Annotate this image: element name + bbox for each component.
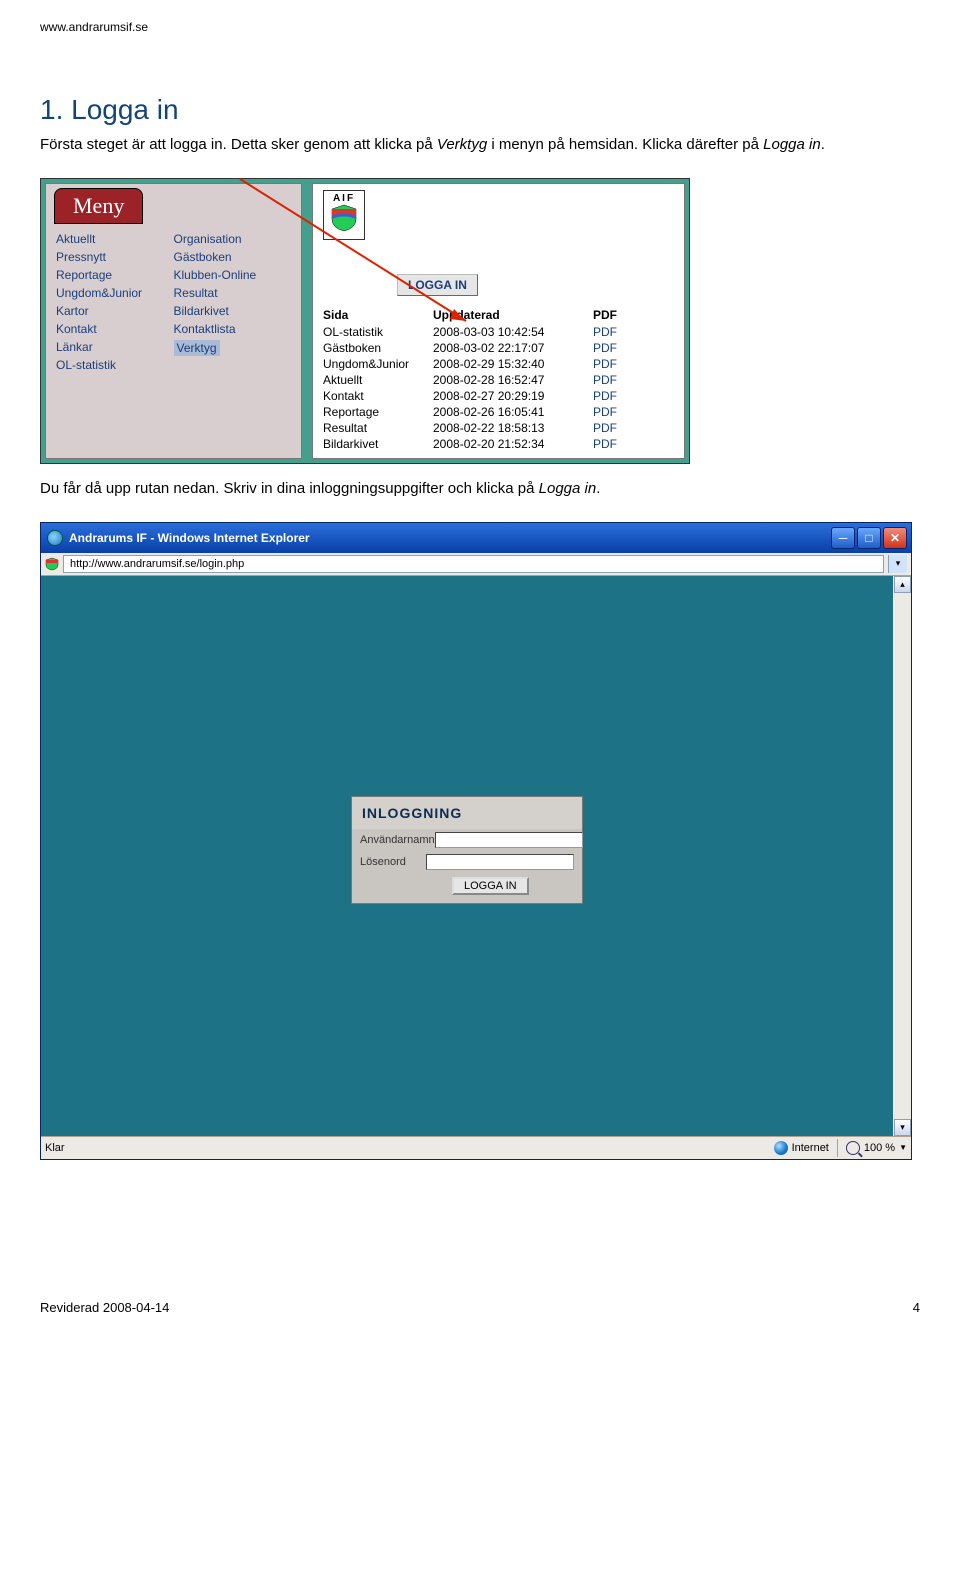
mid-paragraph: Du får då upp rutan nedan. Skriv in dina… bbox=[40, 478, 920, 500]
menu-title: Meny bbox=[54, 188, 143, 224]
password-input[interactable] bbox=[426, 854, 574, 870]
table-cell: 2008-02-29 15:32:40 bbox=[433, 356, 593, 372]
table-cell: Reportage bbox=[323, 404, 433, 420]
mid-italic: Logga in bbox=[539, 480, 597, 497]
page-footer: Reviderad 2008-04-14 4 bbox=[40, 1300, 920, 1315]
username-label: Användarnamn bbox=[360, 834, 435, 846]
table-header: PDF bbox=[593, 306, 648, 324]
menu-item[interactable]: Organisation bbox=[174, 230, 292, 248]
maximize-button[interactable]: □ bbox=[857, 527, 881, 549]
menu-item[interactable]: Kontakt bbox=[56, 320, 174, 338]
table-header: Uppdaterad bbox=[433, 306, 593, 324]
minimize-button[interactable]: ─ bbox=[831, 527, 855, 549]
browser-viewport: ▴ ▾ INLOGGNING Användarnamn Lösenord LOG… bbox=[41, 576, 911, 1136]
table-cell: 2008-02-22 18:58:13 bbox=[433, 420, 593, 436]
table-cell: 2008-02-20 21:52:34 bbox=[433, 436, 593, 452]
menu-item[interactable]: OL-statistik bbox=[56, 356, 174, 374]
screenshot-browser: Andrarums IF - Windows Internet Explorer… bbox=[40, 522, 912, 1160]
table-cell: 2008-03-03 10:42:54 bbox=[433, 324, 593, 340]
menu-item[interactable]: Resultat bbox=[174, 284, 292, 302]
table-cell: Resultat bbox=[323, 420, 433, 436]
table-cell: 2008-02-26 16:05:41 bbox=[433, 404, 593, 420]
table-cell: 2008-02-27 20:29:19 bbox=[433, 388, 593, 404]
close-button[interactable]: ✕ bbox=[883, 527, 907, 549]
pdf-link[interactable]: PDF bbox=[593, 324, 648, 340]
globe-icon bbox=[774, 1141, 788, 1155]
content-panel: AIF LOGGA IN SidaUppdateradPDFOL-statist… bbox=[312, 183, 685, 459]
mid-text-1: Du får då upp rutan nedan. Skriv in dina… bbox=[40, 480, 539, 497]
status-ready: Klar bbox=[45, 1142, 65, 1154]
zoom-value: 100 % bbox=[864, 1142, 895, 1154]
menu-item[interactable]: Kontaktlista bbox=[174, 320, 292, 338]
pdf-link[interactable]: PDF bbox=[593, 356, 648, 372]
mid-text-2: . bbox=[596, 480, 600, 497]
header-url: www.andrarumsif.se bbox=[40, 20, 920, 34]
status-bar: Klar Internet 100 % ▼ bbox=[41, 1136, 911, 1159]
pdf-link[interactable]: PDF bbox=[593, 436, 648, 452]
menu-item[interactable]: Reportage bbox=[56, 266, 174, 284]
pdf-link[interactable]: PDF bbox=[593, 372, 648, 388]
aif-logo-text: AIF bbox=[333, 193, 355, 204]
table-header: Sida bbox=[323, 306, 433, 324]
favicon-icon bbox=[45, 557, 59, 571]
address-text: http://www.andrarumsif.se/login.php bbox=[70, 558, 244, 570]
scroll-up-button[interactable]: ▴ bbox=[894, 576, 911, 593]
pdf-link[interactable]: PDF bbox=[593, 404, 648, 420]
table-cell: Gästboken bbox=[323, 340, 433, 356]
login-button[interactable]: LOGGA IN bbox=[397, 274, 478, 296]
pdf-link[interactable]: PDF bbox=[593, 420, 648, 436]
window-title: Andrarums IF - Windows Internet Explorer bbox=[69, 531, 310, 545]
menu-item[interactable]: Klubben-Online bbox=[174, 266, 292, 284]
address-input[interactable]: http://www.andrarumsif.se/login.php bbox=[63, 555, 884, 573]
intro-italic-2: Logga in bbox=[763, 136, 821, 153]
username-input[interactable] bbox=[435, 832, 583, 848]
table-cell: Kontakt bbox=[323, 388, 433, 404]
zoom-control[interactable]: 100 % ▼ bbox=[837, 1139, 907, 1157]
login-submit-button[interactable]: LOGGA IN bbox=[452, 877, 529, 895]
shield-icon bbox=[331, 204, 357, 232]
table-cell: 2008-02-28 16:52:47 bbox=[433, 372, 593, 388]
zoom-dropdown-icon[interactable]: ▼ bbox=[899, 1143, 907, 1152]
screenshot-menu: Meny AktuelltPressnyttReportageUngdom&Ju… bbox=[40, 178, 690, 464]
intro-italic-1: Verktyg bbox=[437, 136, 487, 153]
menu-item[interactable]: Länkar bbox=[56, 338, 174, 356]
page-heading: 1. Logga in bbox=[40, 94, 920, 126]
menu-item[interactable]: Verktyg bbox=[174, 338, 292, 358]
aif-logo: AIF bbox=[323, 190, 365, 240]
login-heading: INLOGGNING bbox=[352, 797, 582, 829]
table-cell: Aktuellt bbox=[323, 372, 433, 388]
intro-paragraph: Första steget är att logga in. Detta ske… bbox=[40, 134, 920, 156]
menu-item[interactable]: Gästboken bbox=[174, 248, 292, 266]
password-label: Lösenord bbox=[360, 856, 426, 868]
ie-icon bbox=[47, 530, 63, 546]
magnifier-icon bbox=[846, 1141, 860, 1155]
intro-text-1: Första steget är att logga in. Detta ske… bbox=[40, 136, 437, 153]
footer-revised: Reviderad 2008-04-14 bbox=[40, 1300, 169, 1315]
pdf-link[interactable]: PDF bbox=[593, 340, 648, 356]
intro-text-3: . bbox=[821, 136, 825, 153]
address-dropdown-icon[interactable]: ▾ bbox=[888, 555, 907, 573]
table-cell: OL-statistik bbox=[323, 324, 433, 340]
intro-text-2: i menyn på hemsidan. Klicka därefter på bbox=[487, 136, 763, 153]
window-titlebar: Andrarums IF - Windows Internet Explorer… bbox=[41, 523, 911, 553]
pdf-link[interactable]: PDF bbox=[593, 388, 648, 404]
menu-item[interactable]: Ungdom&Junior bbox=[56, 284, 174, 302]
footer-page-number: 4 bbox=[913, 1300, 920, 1315]
menu-item[interactable]: Bildarkivet bbox=[174, 302, 292, 320]
menu-panel: Meny AktuelltPressnyttReportageUngdom&Ju… bbox=[45, 183, 302, 459]
table-cell: 2008-03-02 22:17:07 bbox=[433, 340, 593, 356]
menu-item[interactable]: Pressnytt bbox=[56, 248, 174, 266]
menu-item[interactable]: Aktuellt bbox=[56, 230, 174, 248]
address-bar: http://www.andrarumsif.se/login.php ▾ bbox=[41, 553, 911, 576]
status-zone: Internet bbox=[792, 1142, 829, 1154]
menu-item[interactable]: Kartor bbox=[56, 302, 174, 320]
table-cell: Bildarkivet bbox=[323, 436, 433, 452]
table-cell: Ungdom&Junior bbox=[323, 356, 433, 372]
login-panel: INLOGGNING Användarnamn Lösenord LOGGA I… bbox=[351, 796, 583, 904]
scroll-down-button[interactable]: ▾ bbox=[894, 1119, 911, 1136]
